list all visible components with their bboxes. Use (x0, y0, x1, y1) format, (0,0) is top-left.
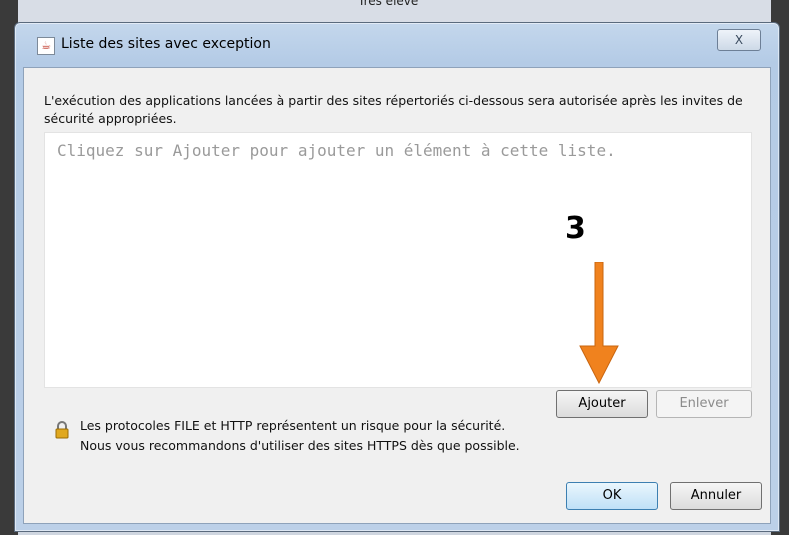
close-button[interactable]: X (717, 29, 761, 51)
step-number: 3 (565, 211, 586, 246)
dialog-title: Liste des sites avec exception (61, 36, 271, 52)
add-button[interactable]: Ajouter (556, 390, 648, 418)
ok-button[interactable]: OK (566, 482, 658, 510)
cancel-button[interactable]: Annuler (670, 482, 762, 510)
site-list[interactable]: Cliquez sur Ajouter pour ajouter un élém… (44, 132, 752, 388)
java-icon: ☕ (37, 37, 55, 55)
lock-icon (55, 421, 69, 439)
warning-line-1: Les protocoles FILE et HTTP représentent… (80, 418, 506, 433)
background-label: Très élevé (358, 0, 419, 8)
remove-button: Enlever (656, 390, 752, 418)
title-bar: ☕ Liste des sites avec exception X (15, 23, 779, 65)
list-placeholder: Cliquez sur Ajouter pour ajouter un élém… (57, 141, 616, 160)
security-warning: Les protocoles FILE et HTTP représentent… (80, 416, 520, 456)
arrow-down-icon (579, 262, 619, 384)
description-text: L'exécution des applications lancées à p… (44, 93, 743, 126)
warning-line-2: Nous vous recommandons d'utiliser des si… (80, 438, 520, 453)
close-icon: X (734, 33, 744, 47)
dialog-content: L'exécution des applications lancées à p… (23, 67, 771, 524)
exception-site-list-dialog: ☕ Liste des sites avec exception X L'exé… (14, 22, 780, 532)
